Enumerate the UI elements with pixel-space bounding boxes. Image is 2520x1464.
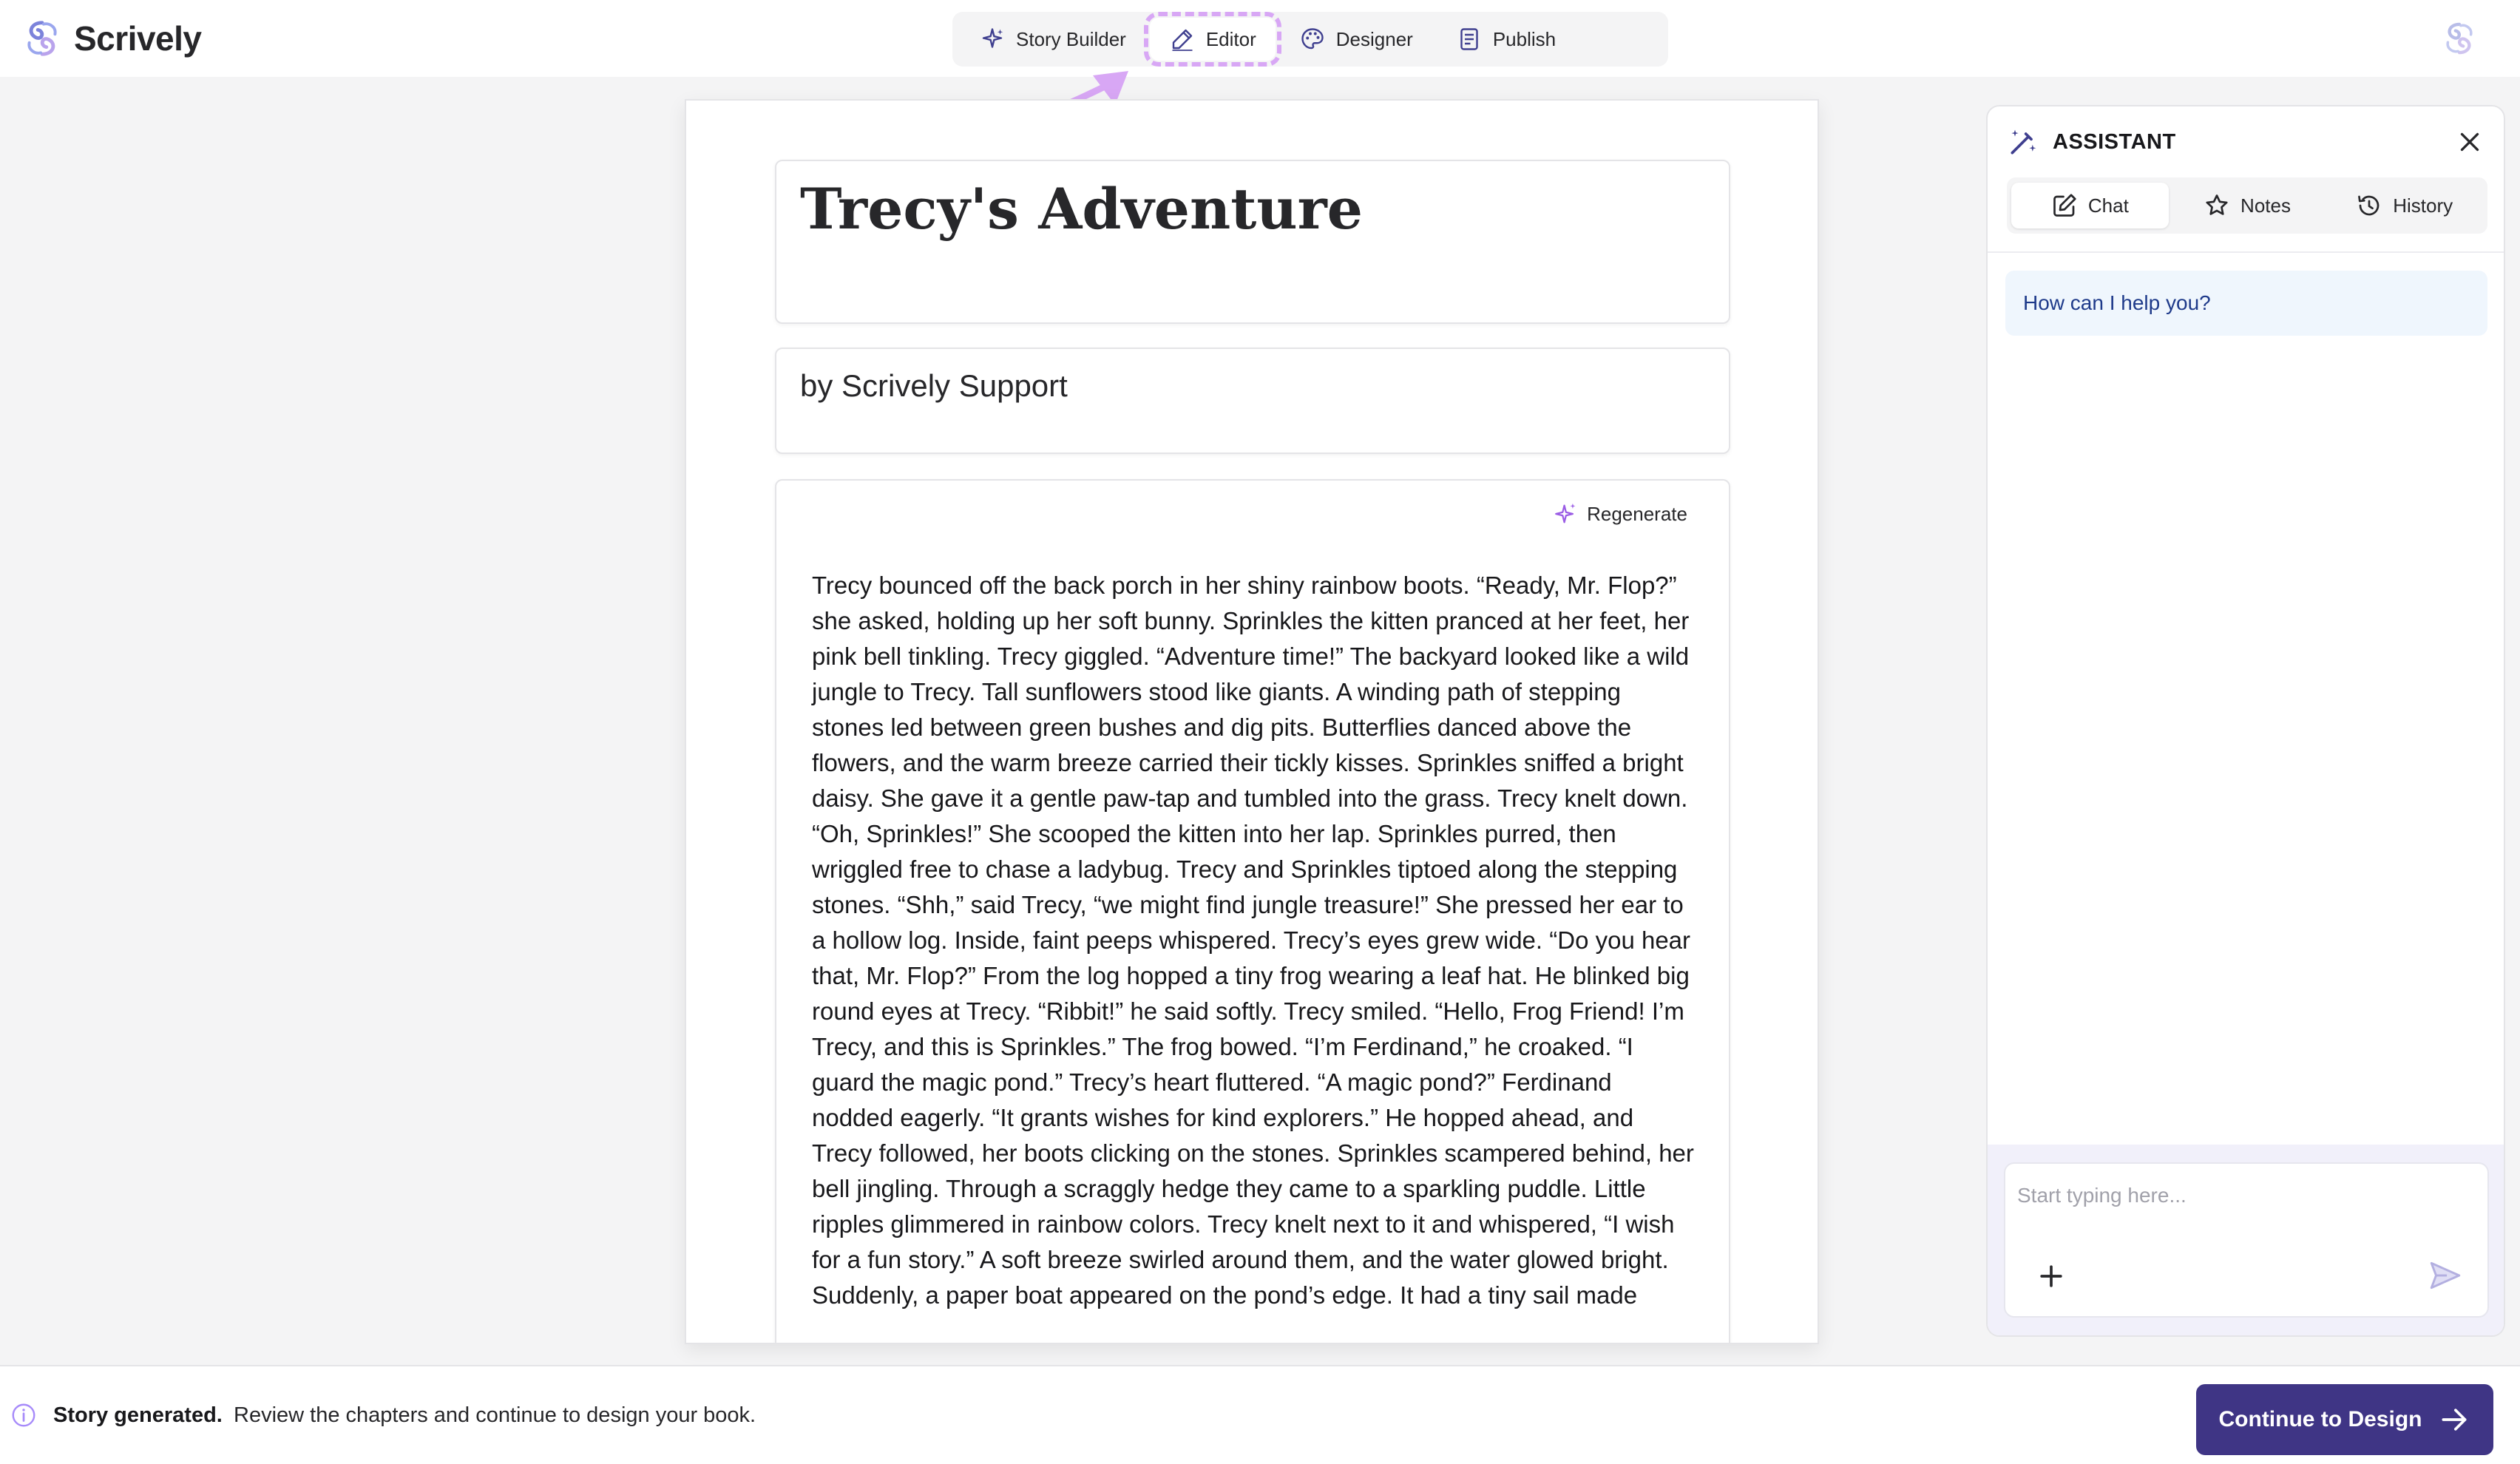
mode-switcher: Story Builder Editor Designer Publish <box>952 12 1668 67</box>
scrively-logo-icon[interactable] <box>2440 19 2479 58</box>
tab-history[interactable]: History <box>2326 183 2483 228</box>
status-bar: Story generated. Review the chapters and… <box>0 1365 2520 1464</box>
app-name: Scrively <box>74 19 202 58</box>
plus-icon[interactable] <box>2035 1260 2067 1292</box>
mode-editor[interactable]: Editor <box>1143 12 1281 67</box>
info-icon <box>12 1403 35 1427</box>
assistant-message: How can I help you? <box>2005 271 2487 336</box>
assistant-tabs: Chat Notes History <box>2007 177 2487 234</box>
sparkles-icon <box>1555 503 1576 523</box>
mode-publish[interactable]: Publish <box>1437 18 1575 61</box>
mode-label: Publish <box>1492 27 1557 50</box>
edit-icon <box>2053 194 2076 217</box>
history-icon <box>2358 195 2380 216</box>
cta-label: Continue to Design <box>2218 1407 2422 1431</box>
editor-document: Trecy's Adventure by Scrively Support Re… <box>685 99 1819 1344</box>
send-icon[interactable] <box>2427 1257 2464 1294</box>
scrively-logo-icon <box>27 21 57 56</box>
assistant-title: ASSISTANT <box>2053 129 2176 154</box>
mode-label: Story Builder <box>1016 27 1126 50</box>
tab-label: Chat <box>2087 194 2129 217</box>
mode-label: Designer <box>1335 27 1413 50</box>
magic-wand-icon <box>2011 129 2036 155</box>
star-icon <box>2206 194 2228 215</box>
tab-chat[interactable]: Chat <box>2011 183 2169 228</box>
regenerate-label: Regenerate <box>1587 502 1687 525</box>
book-author[interactable]: by Scrively Support <box>800 368 1068 404</box>
divider <box>1988 251 2504 253</box>
close-icon[interactable] <box>2456 129 2483 155</box>
continue-to-design-button[interactable]: Continue to Design <box>2196 1384 2493 1455</box>
brand[interactable]: Scrively <box>21 16 202 61</box>
author-card[interactable]: by Scrively Support <box>775 348 1730 454</box>
title-card[interactable]: Trecy's Adventure <box>775 160 1730 324</box>
tab-label: Notes <box>2240 194 2291 217</box>
assistant-header: ASSISTANT <box>2007 126 2176 158</box>
chapter-card: Regenerate Trecy bounced off the back po… <box>775 479 1730 1343</box>
pen-icon <box>1172 29 1193 51</box>
arrow-right-icon <box>2442 1409 2467 1431</box>
mode-label: Editor <box>1205 27 1256 50</box>
document-icon <box>1460 28 1478 50</box>
chat-input[interactable] <box>2017 1177 2476 1214</box>
status-title: Story generated. <box>53 1403 223 1427</box>
mode-designer[interactable]: Designer <box>1280 18 1432 61</box>
composer <box>2004 1162 2489 1318</box>
assistant-panel: ASSISTANT Chat Notes History How can I h… <box>1986 105 2505 1337</box>
sparkles-icon <box>982 28 1003 48</box>
chapter-text[interactable]: Trecy bounced off the back porch in her … <box>812 568 1696 1313</box>
palette-icon <box>1301 28 1324 50</box>
tab-label: History <box>2393 194 2453 217</box>
mode-story-builder[interactable]: Story Builder <box>960 18 1145 61</box>
book-title[interactable]: Trecy's Adventure <box>800 176 1363 242</box>
tab-notes[interactable]: Notes <box>2169 183 2326 228</box>
composer-area <box>1988 1145 2504 1335</box>
top-bar: Scrively Story Builder Editor Designer P… <box>0 0 2520 77</box>
status-message: Review the chapters and continue to desi… <box>234 1403 756 1427</box>
regenerate-button[interactable]: Regenerate <box>1553 501 1687 526</box>
